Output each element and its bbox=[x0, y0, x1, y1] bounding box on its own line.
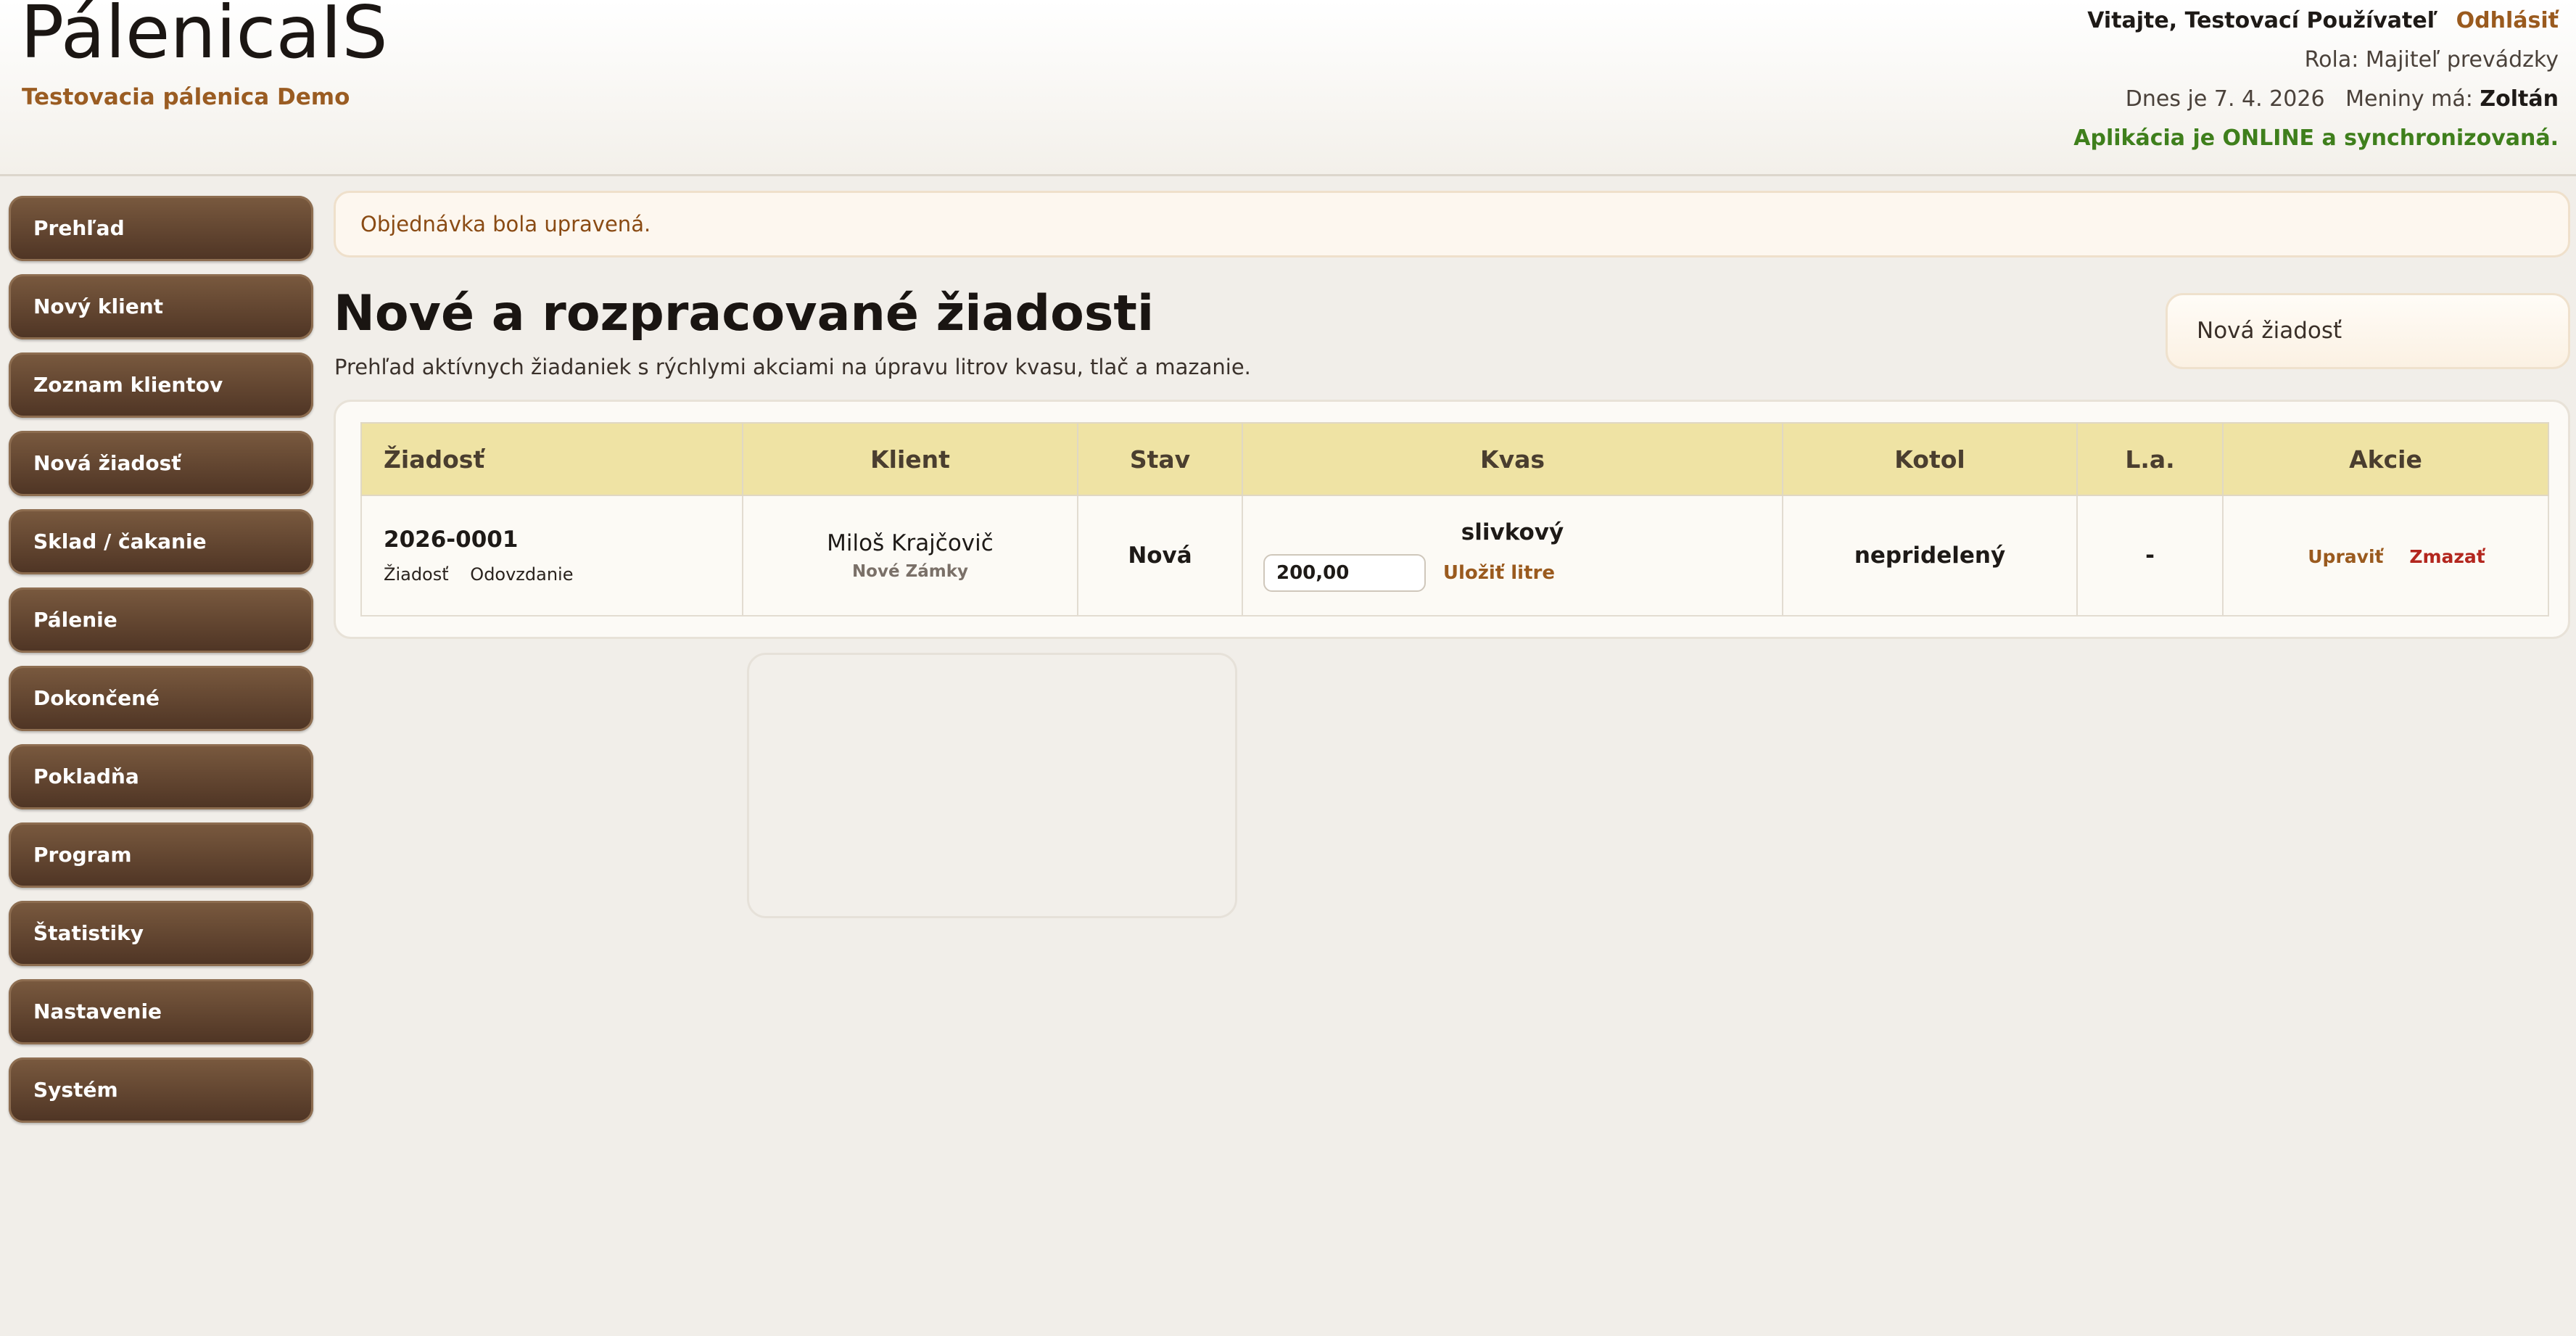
welcome-text: Vitajte, Testovací Používateľ bbox=[2087, 8, 2438, 33]
sidebar-item-palenie[interactable]: Pálenie bbox=[9, 587, 313, 653]
sidebar-item-dokoncene[interactable]: Dokončené bbox=[9, 666, 313, 731]
client-cell: Miloš Krajčovič Nové Zámky bbox=[742, 495, 1078, 617]
col-header-request: Žiadosť bbox=[360, 422, 743, 496]
success-alert: Objednávka bola upravená. bbox=[334, 191, 2570, 257]
sidebar-item-sklad-cakanie[interactable]: Sklad / čakanie bbox=[9, 509, 313, 574]
col-header-actions: Akcie bbox=[2222, 422, 2549, 496]
col-header-mash: Kvas bbox=[1242, 422, 1783, 496]
mash-type: slivkový bbox=[1461, 519, 1564, 545]
page-subtitle: Prehľad aktívnych žiadaniek s rýchlymi a… bbox=[334, 355, 1251, 379]
col-header-boiler: Kotol bbox=[1782, 422, 2078, 496]
online-status: Aplikácia je ONLINE a synchronizovaná. bbox=[2073, 125, 2559, 151]
request-cell: 2026-0001 Žiadosť Odovzdanie bbox=[360, 495, 743, 617]
sidebar-item-statistiky[interactable]: Štatistiky bbox=[9, 901, 313, 966]
requests-table: Žiadosť Klient Stav Kvas Kotol L.a. Akci… bbox=[360, 422, 2549, 617]
status-text: Nová bbox=[1128, 543, 1192, 569]
nameday-name: Zoltán bbox=[2480, 86, 2559, 112]
mash-cell: slivkový Uložiť litre bbox=[1242, 495, 1783, 617]
sidebar-item-nastavenie[interactable]: Nastavenie bbox=[9, 979, 313, 1044]
client-name: Miloš Krajčovič bbox=[827, 530, 994, 556]
sidebar-nav: Prehľad Nový klient Zoznam klientov Nová… bbox=[9, 196, 313, 1136]
empty-panel bbox=[747, 653, 1237, 918]
request-id: 2026-0001 bbox=[384, 527, 519, 553]
client-town: Nové Zámky bbox=[851, 562, 969, 581]
boiler-value: nepridelený bbox=[1854, 543, 2006, 569]
la-value: - bbox=[2145, 543, 2155, 569]
liters-input[interactable] bbox=[1263, 554, 1426, 592]
sidebar-item-nova-ziadost[interactable]: Nová žiadosť bbox=[9, 431, 313, 496]
actions-cell: Upraviť Zmazať bbox=[2222, 495, 2549, 617]
save-liters-button[interactable]: Uložiť litre bbox=[1443, 562, 1555, 584]
brand-title[interactable]: PálenicaIS bbox=[20, 0, 388, 70]
status-cell: Nová bbox=[1077, 495, 1243, 617]
new-request-button[interactable]: Nová žiadosť bbox=[2166, 293, 2570, 369]
brand-subtitle: Testovacia pálenica Demo bbox=[22, 84, 350, 110]
sidebar-item-pokladna[interactable]: Pokladňa bbox=[9, 744, 313, 809]
col-header-client: Klient bbox=[742, 422, 1078, 496]
date-text: Dnes je 7. 4. 2026 bbox=[2125, 86, 2325, 112]
delete-link[interactable]: Zmazať bbox=[2409, 546, 2485, 567]
handover-print-link[interactable]: Odovzdanie bbox=[470, 564, 573, 585]
requests-table-card: Žiadosť Klient Stav Kvas Kotol L.a. Akci… bbox=[334, 400, 2570, 639]
nameday-label: Meniny má: bbox=[2345, 86, 2473, 112]
boiler-cell: nepridelený bbox=[1782, 495, 2078, 617]
sidebar-item-novy-klient[interactable]: Nový klient bbox=[9, 274, 313, 339]
role-text: Rola: Majiteľ prevádzky bbox=[2304, 47, 2559, 73]
edit-link[interactable]: Upraviť bbox=[2308, 546, 2383, 567]
sidebar-item-program[interactable]: Program bbox=[9, 822, 313, 888]
col-header-status: Stav bbox=[1077, 422, 1243, 496]
la-cell: - bbox=[2076, 495, 2224, 617]
col-header-la: L.a. bbox=[2076, 422, 2224, 496]
logout-link[interactable]: Odhlásiť bbox=[2456, 8, 2559, 33]
sidebar-item-zoznam-klientov[interactable]: Zoznam klientov bbox=[9, 352, 313, 418]
user-panel: Vitajte, Testovací Používateľ Odhlásiť R… bbox=[2073, 4, 2559, 161]
table-header-row: Žiadosť Klient Stav Kvas Kotol L.a. Akci… bbox=[360, 422, 2549, 496]
app-header: PálenicaIS Testovacia pálenica Demo Vita… bbox=[0, 0, 2576, 176]
page-title: Nové a rozpracované žiadosti bbox=[334, 285, 1155, 342]
sidebar-item-prehlad[interactable]: Prehľad bbox=[9, 196, 313, 261]
sidebar-item-system[interactable]: Systém bbox=[9, 1057, 313, 1123]
request-print-link[interactable]: Žiadosť bbox=[384, 564, 449, 585]
table-row: 2026-0001 Žiadosť Odovzdanie Miloš Krajč… bbox=[360, 495, 2549, 617]
